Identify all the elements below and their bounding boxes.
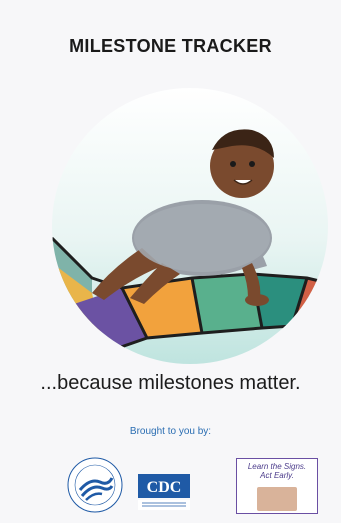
learn-the-signs-logo-icon: Learn the Signs. Act Early. xyxy=(236,458,318,514)
hhs-seal-icon xyxy=(67,457,123,513)
page-title: MILESTONE TRACKER xyxy=(69,36,272,56)
ltsae-line-1: Learn the Signs. xyxy=(247,462,307,471)
hero-image xyxy=(52,88,328,364)
cdc-logo-icon: CDC xyxy=(138,474,190,510)
cdc-text: CDC xyxy=(147,479,182,496)
ltsae-line-2: Act Early. xyxy=(260,471,294,480)
ltsae-photo xyxy=(257,487,297,511)
splash-screen: MILESTONE TRACKER ...because milestones … xyxy=(0,0,341,523)
tagline: ...because milestones matter. xyxy=(40,372,301,394)
brought-to-you-label: Brought to you by: xyxy=(129,426,212,437)
